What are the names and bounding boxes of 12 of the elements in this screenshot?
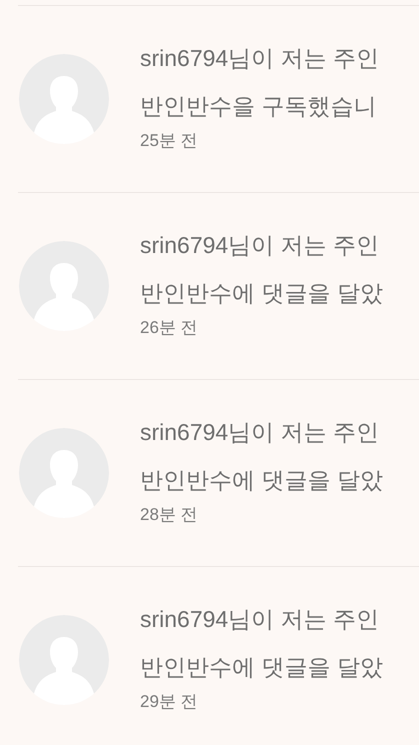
timestamp: 28분 전 [140,504,198,526]
notification-text: 반인반수을 구독했습니 [140,92,376,121]
notification-text: 반인반수에 댓글을 달았 [140,279,383,308]
notification-text: srin6794님이 저는 주인 [140,605,380,634]
notification-text: srin6794님이 저는 주인 [140,418,380,447]
notification-text: srin6794님이 저는 주인 [140,231,380,260]
notification-text: 반인반수에 댓글을 달았 [140,653,383,682]
notification-text: 반인반수에 댓글을 달았 [140,466,383,495]
timestamp: 26분 전 [140,317,198,339]
timestamp: 29분 전 [140,691,198,713]
timestamp: 25분 전 [140,130,198,152]
notification-text: srin6794님이 저는 주인 [140,44,380,73]
